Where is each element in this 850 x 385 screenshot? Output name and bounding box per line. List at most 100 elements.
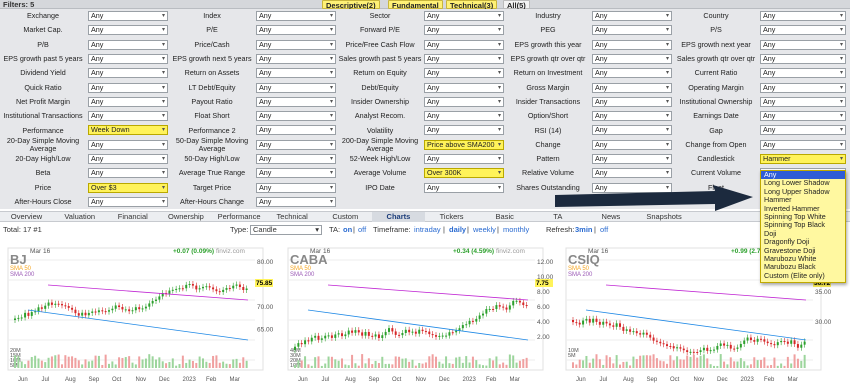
filter-select[interactable]: Any ▾: [256, 182, 336, 193]
filter-select[interactable]: Any ▾: [88, 39, 168, 50]
filter-select[interactable]: Any ▾: [88, 82, 168, 93]
tab-technical[interactable]: Technical(3): [446, 0, 498, 10]
filter-select[interactable]: Any ▾: [256, 111, 336, 122]
filter-select[interactable]: Any ▾: [256, 154, 336, 164]
tab-all[interactable]: All(5): [503, 0, 530, 10]
filter-select[interactable]: Any ▾: [88, 168, 168, 179]
volume-bar: [800, 360, 803, 368]
filter-select[interactable]: Any ▾: [256, 96, 336, 107]
filter-select[interactable]: Any ▾: [760, 53, 846, 64]
filter-select[interactable]: Any ▾: [424, 182, 504, 193]
candle-body: [475, 318, 478, 322]
filter-select[interactable]: Any ▾: [760, 111, 846, 122]
ta-on-link[interactable]: on: [343, 223, 352, 237]
filter-select[interactable]: Any ▾: [424, 96, 504, 107]
filter-select[interactable]: Any ▾: [424, 68, 504, 79]
filter-select[interactable]: Any ▾: [256, 25, 336, 36]
filter-select[interactable]: Any ▾: [88, 139, 168, 150]
tab-fundamental[interactable]: Fundamental: [388, 0, 443, 10]
tab-descriptive[interactable]: Descriptive(2): [322, 0, 380, 10]
filter-select[interactable]: Any ▾: [760, 82, 846, 93]
filter-select[interactable]: Any ▾: [760, 125, 846, 136]
filter-select[interactable]: Any ▾: [424, 82, 504, 93]
view-tab[interactable]: Charts: [371, 212, 425, 222]
tf-daily-link[interactable]: daily: [449, 223, 466, 237]
filter-select[interactable]: Any ▾: [424, 53, 504, 64]
filter-select[interactable]: Any ▾: [760, 96, 846, 107]
filter-select[interactable]: Any ▾: [760, 68, 846, 79]
filter-select[interactable]: Any ▾: [592, 53, 672, 64]
filter-select[interactable]: Any ▾: [424, 154, 504, 164]
filter-select[interactable]: Any ▾: [760, 25, 846, 36]
filter-select[interactable]: Any ▾: [424, 125, 504, 136]
filter-select[interactable]: Any ▾: [424, 25, 504, 36]
chevron-down-icon: ▾: [329, 198, 333, 205]
filter-select[interactable]: Any ▾: [592, 96, 672, 107]
price-tick: 8.00: [537, 289, 550, 296]
filter-select[interactable]: Hammer ▾: [760, 154, 846, 164]
candle-body: [786, 341, 789, 344]
filter-select[interactable]: Any ▾: [592, 39, 672, 50]
view-tab[interactable]: Valuation: [53, 212, 106, 222]
filter-select[interactable]: Any ▾: [592, 139, 672, 150]
filter-select[interactable]: Any ▾: [256, 11, 336, 21]
filter-select[interactable]: Price above SMA200 ▾: [424, 139, 504, 150]
month-tick: Dec: [159, 377, 170, 383]
filter-select[interactable]: Any ▾: [592, 25, 672, 36]
filter-select[interactable]: Any ▾: [88, 11, 168, 21]
candle-body: [790, 340, 793, 344]
tf-intraday-link[interactable]: intraday: [414, 223, 441, 237]
filter-select[interactable]: Any ▾: [88, 154, 168, 164]
filter-select[interactable]: Over 300K ▾: [424, 168, 504, 179]
filter-select[interactable]: Any ▾: [592, 125, 672, 136]
refresh-off-link[interactable]: off: [600, 223, 608, 237]
filter-select[interactable]: Any ▾: [256, 139, 336, 150]
view-tab[interactable]: Overview: [0, 212, 53, 222]
view-tab[interactable]: Custom: [319, 212, 372, 222]
ta-off-link[interactable]: off: [358, 223, 366, 237]
filter-select[interactable]: Any ▾: [592, 154, 672, 164]
tf-weekly-link[interactable]: weekly: [473, 223, 496, 237]
filter-select[interactable]: Any ▾: [592, 68, 672, 79]
filter-select[interactable]: Any ▾: [256, 82, 336, 93]
filter-select[interactable]: Week Down ▾: [88, 125, 168, 136]
chart-type-select[interactable]: Candle ▾: [250, 225, 322, 235]
filter-select[interactable]: Any ▾: [256, 68, 336, 79]
tf-monthly-link[interactable]: monthly: [503, 223, 529, 237]
filter-select[interactable]: Any ▾: [256, 39, 336, 50]
filter-select[interactable]: Any ▾: [88, 68, 168, 79]
filter-select[interactable]: Any ▾: [88, 25, 168, 36]
refresh-3min-link[interactable]: 3min: [575, 223, 593, 237]
filter-select[interactable]: Any ▾: [424, 39, 504, 50]
filter-select[interactable]: Any ▾: [424, 111, 504, 122]
view-tab[interactable]: Technical: [266, 212, 319, 222]
view-tab[interactable]: Performance: [213, 212, 266, 222]
filter-select[interactable]: Any ▾: [256, 168, 336, 179]
filter-select[interactable]: Any ▾: [256, 125, 336, 136]
filter-select[interactable]: Any ▾: [424, 11, 504, 21]
filter-select[interactable]: Any ▾: [760, 11, 846, 21]
filter-select[interactable]: Any ▾: [592, 11, 672, 21]
view-tab[interactable]: Basic: [478, 212, 531, 222]
view-tab[interactable]: Tickers: [425, 212, 478, 222]
view-tab[interactable]: Financial: [106, 212, 159, 222]
filter-select[interactable]: Any ▾: [592, 111, 672, 122]
filter-select[interactable]: Any ▾: [88, 96, 168, 107]
candlestick-dropdown-list[interactable]: Any Long Lower Shadow Long Upper Shadow Ham…: [760, 170, 846, 283]
filter-select[interactable]: Any ▾: [592, 168, 672, 179]
filter-label: Payout Ratio: [191, 96, 233, 106]
candle-body: [357, 330, 360, 333]
filter-select[interactable]: Any ▾: [256, 196, 336, 207]
filter-select[interactable]: Any ▾: [760, 39, 846, 50]
filter-select[interactable]: Any ▾: [88, 196, 168, 207]
filter-select[interactable]: Over $3 ▾: [88, 182, 168, 193]
filter-select[interactable]: Any ▾: [88, 111, 168, 122]
filter-label: Dividend Yield: [20, 68, 66, 78]
filter-select[interactable]: Any ▾: [760, 139, 846, 150]
filter-select[interactable]: Any ▾: [256, 53, 336, 64]
candlestick-option[interactable]: Custom (Elite only): [761, 271, 845, 280]
candle-body: [642, 332, 645, 335]
filter-select[interactable]: Any ▾: [592, 82, 672, 93]
filter-select[interactable]: Any ▾: [88, 53, 168, 64]
view-tab[interactable]: Ownership: [159, 212, 212, 222]
